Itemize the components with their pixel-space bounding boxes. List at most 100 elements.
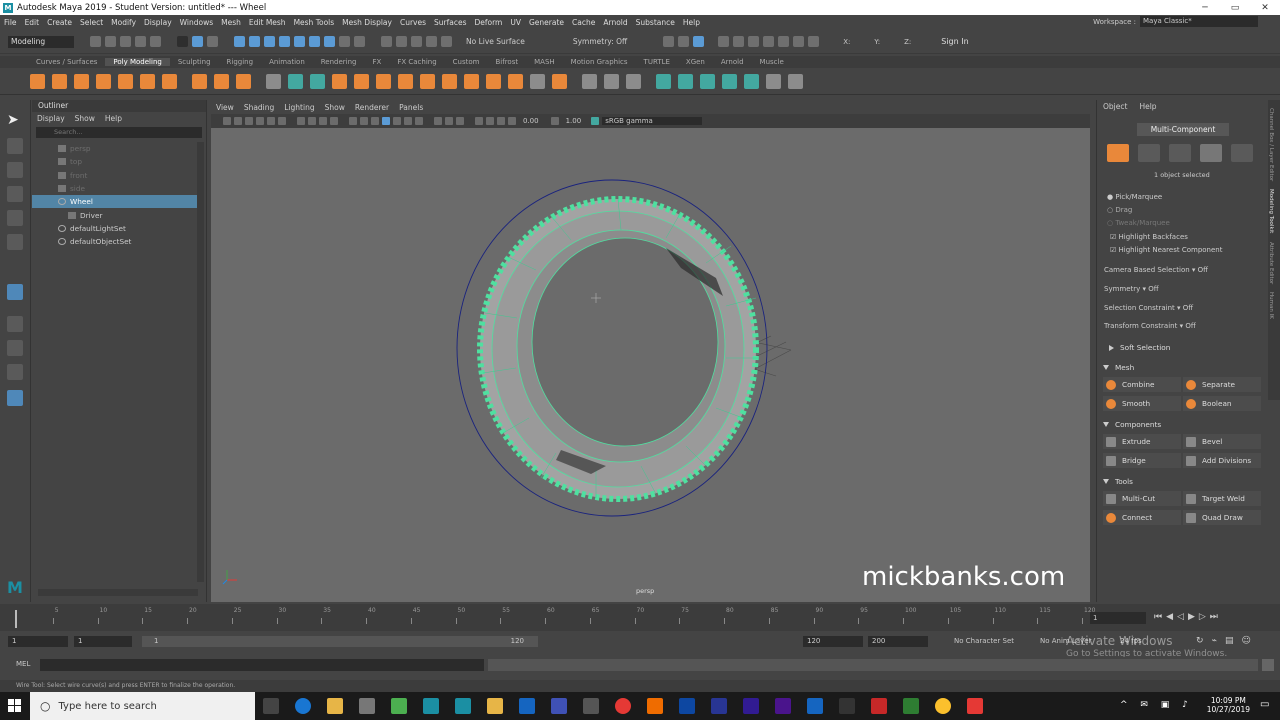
four-view-icon[interactable] [7, 340, 23, 356]
selection-constraint-dropdown[interactable]: Selection Constraint ▾ Off [1104, 304, 1193, 312]
windows-start-button[interactable] [0, 692, 30, 720]
mel-input[interactable] [40, 659, 484, 671]
safe-action-icon[interactable] [330, 117, 338, 125]
chrome-icon[interactable] [935, 698, 951, 714]
uv-automatic-icon[interactable] [722, 73, 737, 89]
menu-edit[interactable]: Edit [21, 18, 44, 27]
app-icon-9[interactable] [647, 698, 663, 714]
object-mode-icon[interactable] [1107, 144, 1129, 162]
app-icon-4[interactable] [487, 698, 503, 714]
shelf-tab-muscle[interactable]: Muscle [752, 58, 792, 66]
arnold-icon[interactable] [793, 36, 805, 47]
super-shape-icon[interactable] [192, 73, 207, 89]
svg-icon[interactable] [236, 73, 251, 89]
file-explorer-icon[interactable] [327, 698, 343, 714]
snap-view-icon[interactable] [279, 36, 290, 47]
move-tool-icon[interactable] [7, 186, 23, 202]
current-frame-field[interactable]: 1 [1090, 612, 1146, 624]
platonic-solid-icon[interactable] [162, 73, 177, 89]
symmetry-dropdown[interactable]: Symmetry: Off [573, 37, 627, 46]
camera-attr-icon[interactable] [234, 117, 242, 125]
poly-plane-icon[interactable] [140, 73, 155, 89]
mel-label[interactable]: MEL [16, 660, 30, 668]
render-frame-icon[interactable] [663, 36, 675, 47]
target-weld-button[interactable]: Target Weld [1183, 491, 1261, 506]
app-icon-7[interactable] [583, 698, 599, 714]
scale-tool-icon[interactable] [7, 234, 23, 250]
shelf-tab-sculpting[interactable]: Sculpting [170, 58, 219, 66]
maya-taskbar-icon[interactable] [423, 698, 439, 714]
task-view-icon[interactable] [263, 698, 279, 714]
side-tab-channel-box[interactable]: Channel Box / Layer Editor [1268, 108, 1274, 181]
mesh-section-header[interactable]: Mesh [1103, 363, 1263, 372]
offset-loop-icon[interactable] [626, 73, 641, 89]
outliner-item-wheel[interactable]: Wheel [32, 195, 198, 209]
range-slider[interactable]: 1 120 [142, 636, 538, 647]
paint-select-tool-icon[interactable] [7, 162, 23, 178]
premiere-icon[interactable] [775, 698, 791, 714]
pause-icon[interactable] [808, 36, 820, 47]
menu-mesh-tools[interactable]: Mesh Tools [290, 18, 339, 27]
outliner-toggle-icon[interactable] [733, 36, 745, 47]
filezilla-icon[interactable] [871, 698, 887, 714]
menu-uv[interactable]: UV [506, 18, 525, 27]
xray-joints-icon[interactable] [497, 117, 505, 125]
range-extra-icons[interactable]: ↻⌁▤☺ [1196, 636, 1259, 646]
render-settings-icon[interactable] [693, 36, 705, 47]
scene-start-field[interactable]: 1 [8, 636, 68, 647]
outliner-menu-display[interactable]: Display [32, 112, 70, 125]
menu-cache[interactable]: Cache [568, 18, 599, 27]
script-editor-icon[interactable] [1262, 659, 1274, 671]
outliner-menu-help[interactable]: Help [100, 112, 127, 125]
face-mode-icon[interactable] [1200, 144, 1222, 162]
multi-cut-icon[interactable] [582, 73, 597, 89]
last-tool-icon[interactable] [7, 284, 23, 300]
snap-edge-icon[interactable] [324, 36, 335, 47]
uv-snapshot-icon[interactable] [766, 73, 781, 89]
output-ops-icon[interactable] [411, 36, 422, 47]
uv-editor-icon[interactable] [778, 36, 790, 47]
outliner-item-top[interactable]: top [32, 155, 198, 168]
components-section-header[interactable]: Components [1103, 420, 1263, 429]
ipr-render-icon[interactable] [678, 36, 690, 47]
multi-cut-button[interactable]: Multi-Cut [1103, 491, 1181, 506]
viewport-menu-show[interactable]: Show [320, 103, 350, 112]
anti-alias-icon[interactable] [456, 117, 464, 125]
steam-icon[interactable] [839, 698, 855, 714]
uv-cylindrical-icon[interactable] [678, 73, 693, 89]
word-icon[interactable] [807, 698, 823, 714]
redo-icon[interactable] [150, 36, 161, 47]
app-icon-5[interactable] [519, 698, 535, 714]
menu-surfaces[interactable]: Surfaces [430, 18, 470, 27]
shelf-tab-motion-graphics[interactable]: Motion Graphics [563, 58, 636, 66]
smooth-button[interactable]: Smooth [1103, 396, 1181, 411]
isolate-select-icon[interactable] [475, 117, 483, 125]
image-plane-icon[interactable] [256, 117, 264, 125]
render-view-icon[interactable] [441, 36, 452, 47]
append-icon[interactable] [508, 73, 523, 89]
shelf-tab-custom[interactable]: Custom [445, 58, 488, 66]
combine-button[interactable]: Combine [1103, 377, 1181, 392]
playback-end-field[interactable]: 120 [803, 636, 863, 647]
bevel-icon[interactable] [442, 73, 457, 89]
lock-icon[interactable] [339, 36, 350, 47]
default-material-icon[interactable] [371, 117, 379, 125]
close-button[interactable]: ✕ [1250, 0, 1280, 15]
menu-arnold[interactable]: Arnold [599, 18, 631, 27]
menu-windows[interactable]: Windows [176, 18, 217, 27]
shelf-tab-mash[interactable]: MASH [526, 58, 563, 66]
app-icon-10[interactable] [967, 698, 983, 714]
shelf-tab-fx[interactable]: FX [365, 58, 390, 66]
menu-substance[interactable]: Substance [632, 18, 679, 27]
poly-text-icon[interactable] [214, 73, 229, 89]
persp-outliner-icon[interactable] [7, 364, 23, 380]
lasso-tool-icon[interactable] [7, 138, 23, 154]
outliner-layout-icon[interactable] [7, 390, 23, 406]
fill-hole-icon[interactable] [530, 73, 545, 89]
menu-curves[interactable]: Curves [396, 18, 430, 27]
exposure-value[interactable]: 0.00 [523, 117, 539, 125]
taskbar-clock[interactable]: 10:09 PM 10/27/2019 [1207, 696, 1250, 714]
menu-generate[interactable]: Generate [525, 18, 568, 27]
snap-surface-icon[interactable] [294, 36, 305, 47]
hypershade-icon[interactable] [718, 36, 730, 47]
